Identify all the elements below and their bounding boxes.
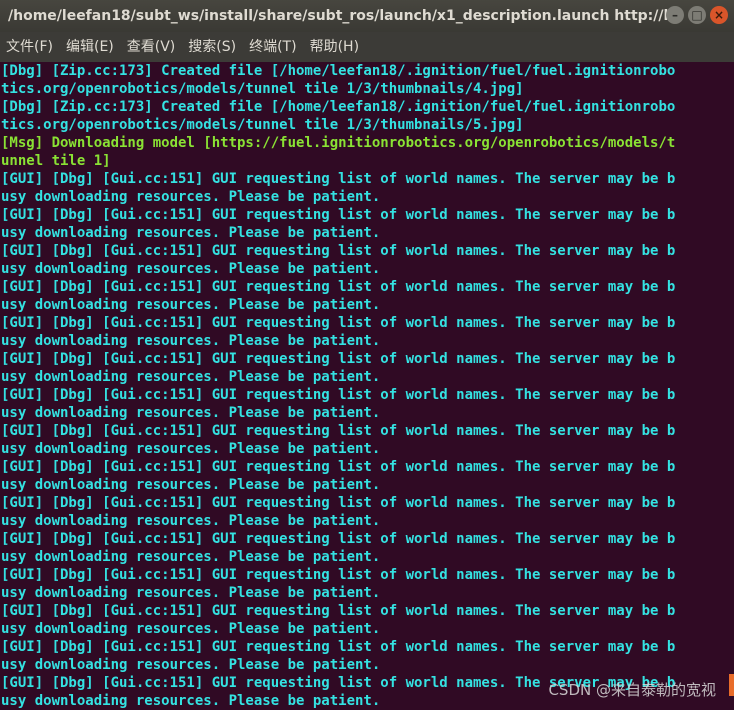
menu-view[interactable]: 查看(V) <box>127 32 176 62</box>
menu-file[interactable]: 文件(F) <box>6 32 53 62</box>
terminal-line: usy downloading resources. Please be pat… <box>1 405 381 421</box>
terminal-line: [GUI] [Dbg] [Gui.cc:151] GUI requesting … <box>1 351 676 367</box>
terminal-line: [Msg] Downloading model [https://fuel.ig… <box>1 135 676 151</box>
close-button[interactable]: × <box>710 6 728 24</box>
terminal-line: unnel tile 1] <box>1 153 111 169</box>
terminal-line: [Dbg] [Zip.cc:173] Created file [/home/l… <box>1 63 676 79</box>
terminal-line: usy downloading resources. Please be pat… <box>1 657 381 673</box>
terminal-line: usy downloading resources. Please be pat… <box>1 549 381 565</box>
terminal-line: usy downloading resources. Please be pat… <box>1 225 381 241</box>
window-titlebar[interactable]: /home/leefan18/subt_ws/install/share/sub… <box>0 0 734 32</box>
minimize-button[interactable]: – <box>666 6 684 24</box>
terminal-line: [Dbg] [Zip.cc:173] Created file [/home/l… <box>1 99 676 115</box>
menu-edit[interactable]: 编辑(E) <box>66 32 114 62</box>
window-title: /home/leefan18/subt_ws/install/share/sub… <box>8 8 668 24</box>
terminal-line: usy downloading resources. Please be pat… <box>1 477 381 493</box>
window-controls: – □ × <box>666 6 728 24</box>
terminal-line: [GUI] [Dbg] [Gui.cc:151] GUI requesting … <box>1 639 676 655</box>
terminal-line: usy downloading resources. Please be pat… <box>1 585 381 601</box>
menu-bar: 文件(F) 编辑(E) 查看(V) 搜索(S) 终端(T) 帮助(H) <box>0 32 734 62</box>
terminal-line: usy downloading resources. Please be pat… <box>1 297 381 313</box>
terminal-line: [GUI] [Dbg] [Gui.cc:151] GUI requesting … <box>1 387 676 403</box>
terminal-line: usy downloading resources. Please be pat… <box>1 333 381 349</box>
terminal-line: usy downloading resources. Please be pat… <box>1 441 381 457</box>
terminal-line: usy downloading resources. Please be pat… <box>1 369 381 385</box>
menu-help[interactable]: 帮助(H) <box>310 32 359 62</box>
terminal-line: usy downloading resources. Please be pat… <box>1 621 381 637</box>
terminal-line: usy downloading resources. Please be pat… <box>1 513 381 529</box>
terminal-line: usy downloading resources. Please be pat… <box>1 189 381 205</box>
terminal-line: [GUI] [Dbg] [Gui.cc:151] GUI requesting … <box>1 423 676 439</box>
terminal-line: [GUI] [Dbg] [Gui.cc:151] GUI requesting … <box>1 603 676 619</box>
terminal-line: [GUI] [Dbg] [Gui.cc:151] GUI requesting … <box>1 279 676 295</box>
terminal-line: [GUI] [Dbg] [Gui.cc:151] GUI requesting … <box>1 459 676 475</box>
menu-terminal[interactable]: 终端(T) <box>249 32 296 62</box>
terminal-line: tics.org/openrobotics/models/tunnel tile… <box>1 81 524 97</box>
terminal-line: [GUI] [Dbg] [Gui.cc:151] GUI requesting … <box>1 567 676 583</box>
terminal-line: [GUI] [Dbg] [Gui.cc:151] GUI requesting … <box>1 495 676 511</box>
terminal-line: [GUI] [Dbg] [Gui.cc:151] GUI requesting … <box>1 315 676 331</box>
terminal-output[interactable]: [Dbg] [Zip.cc:173] Created file [/home/l… <box>0 62 734 710</box>
terminal-line: [GUI] [Dbg] [Gui.cc:151] GUI requesting … <box>1 243 676 259</box>
terminal-line: [GUI] [Dbg] [Gui.cc:151] GUI requesting … <box>1 207 676 223</box>
terminal-line: usy downloading resources. Please be pat… <box>1 261 381 277</box>
terminal-line: [GUI] [Dbg] [Gui.cc:151] GUI requesting … <box>1 171 676 187</box>
scrollbar-thumb[interactable] <box>729 674 734 696</box>
menu-search[interactable]: 搜索(S) <box>188 32 236 62</box>
terminal-line: [GUI] [Dbg] [Gui.cc:151] GUI requesting … <box>1 531 676 547</box>
watermark: CSDN @来自泰勒的宽视 <box>548 681 716 699</box>
terminal-scrollbar[interactable] <box>728 62 734 710</box>
maximize-button[interactable]: □ <box>688 6 706 24</box>
terminal-line: tics.org/openrobotics/models/tunnel tile… <box>1 117 524 133</box>
